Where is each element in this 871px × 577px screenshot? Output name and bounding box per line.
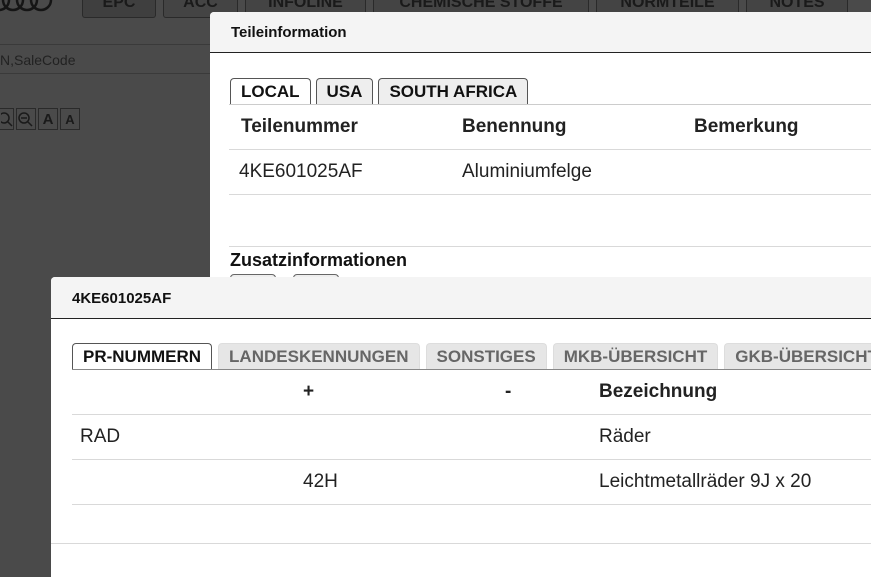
family-cell: RAD (80, 426, 121, 447)
zusatzinformationen-heading: Zusatzinformationen (230, 250, 408, 270)
dialog-title: Teileinformation (231, 24, 347, 41)
pr-numbers-table: + - Bezeichnung RAD Räder 42H Leichtmeta… (72, 370, 871, 505)
zoom-toolbar: A A (0, 108, 80, 132)
column-header-teilenummer[interactable]: Teilenummer (241, 105, 358, 149)
tab-pr-nummern[interactable]: PR-NUMMERN (72, 343, 213, 369)
dialog-title: 4KE601025AF (72, 290, 172, 307)
table-header-row: + - Bezeichnung (72, 370, 871, 415)
tab-sonstiges[interactable]: SONSTIGES (425, 343, 547, 369)
detail-tabs: PR-NUMMERN LANDESKENNUNGEN SONSTIGES MKB… (72, 343, 871, 369)
table-row[interactable]: 4KE601025AF Aluminiumfelge (229, 150, 871, 195)
zoom-in-icon[interactable] (0, 108, 14, 130)
part-name-cell: Aluminiumfelge (462, 161, 592, 182)
dialog-divider (51, 543, 871, 544)
parts-table: Teilenummer Benennung Bemerkung 4KE60102… (229, 105, 871, 195)
region-tabs: LOCAL USA SOUTH AFRICA (230, 78, 529, 104)
column-header-bemerkung[interactable]: Bemerkung (694, 105, 799, 149)
font-decrease-icon[interactable]: A (60, 108, 80, 130)
table-row-empty (229, 201, 871, 247)
plus-cell: 42H (303, 471, 338, 492)
search-input[interactable]: N,SaleCode (0, 44, 220, 74)
table-row[interactable]: 42H Leichtmetallräder 9J x 20 (72, 460, 871, 505)
tab-landeskennungen[interactable]: LANDESKENNUNGEN (218, 343, 420, 369)
column-header-plus[interactable]: + (303, 370, 314, 414)
table-header-row: Teilenummer Benennung Bemerkung (229, 105, 871, 150)
part-number-cell: 4KE601025AF (239, 161, 363, 182)
tab-gkb-uebersicht[interactable]: GKB-ÜBERSICHT (724, 343, 871, 369)
tab-mkb-uebersicht[interactable]: MKB-ÜBERSICHT (552, 343, 719, 369)
tab-south-africa[interactable]: SOUTH AFRICA (378, 78, 529, 104)
description-cell: Räder (599, 426, 651, 447)
table-row[interactable]: RAD Räder (72, 415, 871, 460)
tab-epc[interactable]: EPC (82, 0, 156, 18)
column-header-benennung[interactable]: Benennung (462, 105, 567, 149)
zoom-out-icon[interactable] (16, 108, 36, 130)
column-header-bezeichnung[interactable]: Bezeichnung (599, 370, 717, 414)
description-cell: Leichtmetallräder 9J x 20 (599, 471, 812, 492)
dialog-header (51, 277, 871, 319)
column-header-minus[interactable]: - (505, 370, 511, 414)
font-increase-icon[interactable]: A (38, 108, 58, 130)
part-detail-dialog: 4KE601025AF PR-NUMMERN LANDESKENNUNGEN S… (51, 277, 871, 577)
tab-local[interactable]: LOCAL (230, 78, 311, 104)
tab-usa[interactable]: USA (315, 78, 374, 104)
